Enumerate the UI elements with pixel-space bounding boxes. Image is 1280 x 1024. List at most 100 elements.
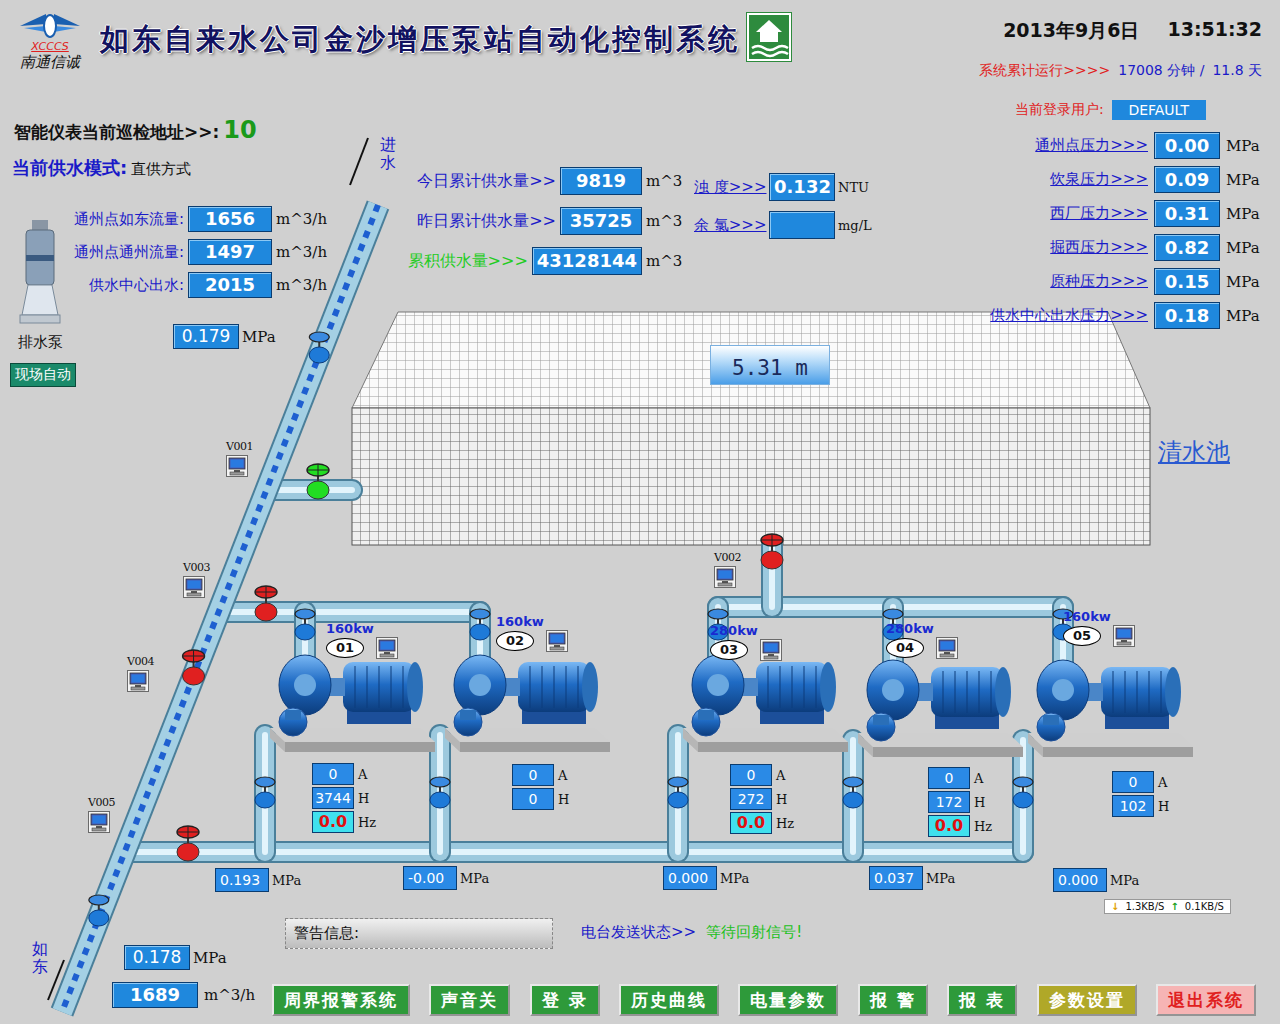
total-label: 昨日累计供水量>>: [417, 211, 556, 232]
valve[interactable]: [1013, 777, 1033, 808]
command-button[interactable]: 报 警: [858, 984, 928, 1016]
drain-pump-mode[interactable]: 现场自动: [10, 363, 76, 387]
total-row: 今日累计供水量>> 9819 m^3: [417, 167, 682, 195]
current-unit: A: [1158, 775, 1167, 790]
valve[interactable]: [89, 895, 109, 926]
pump-unit[interactable]: [683, 655, 848, 752]
flow-row: 通州点通州流量: 1497 m^3/h: [58, 239, 327, 265]
site-pressure-value: 0.09: [1154, 166, 1220, 193]
pump-power: 160kw: [496, 614, 544, 629]
valve[interactable]: [309, 332, 329, 363]
command-button[interactable]: 报 表: [947, 984, 1017, 1016]
outlet-flow-unit: m^3/h: [204, 986, 255, 1004]
drain-pump-icon[interactable]: [18, 220, 62, 325]
drain-pump-label: 排水泵: [18, 333, 63, 352]
flow-label: 供水中心出水:: [58, 276, 184, 295]
pump-unit[interactable]: [858, 660, 1023, 757]
total-row: 昨日累计供水量>> 35725 m^3: [417, 207, 682, 235]
pump-power: 280kw: [710, 623, 758, 638]
pump-head: 102: [1112, 795, 1154, 817]
logo-icon: [20, 12, 80, 40]
discharge-pressure-value: 0.000: [663, 866, 717, 890]
inlet-pressure-unit: MPa: [242, 328, 276, 346]
supply-mode-label: 当前供水模式:: [12, 156, 127, 180]
command-button[interactable]: 参数设置: [1037, 984, 1137, 1016]
command-button[interactable]: 周界报警系统: [272, 984, 410, 1016]
current-unit: A: [974, 771, 983, 786]
numbered-valve[interactable]: [183, 650, 205, 685]
site-pressure-label[interactable]: 通州点压力>>>: [1035, 136, 1148, 155]
outlet-flow-value: 1689: [112, 982, 198, 1008]
site-pressure-unit: MPa: [1226, 239, 1262, 257]
monitor-icon[interactable]: [546, 630, 568, 652]
pump-current: 0: [312, 763, 354, 785]
pump-unit[interactable]: [1028, 660, 1193, 757]
total-label: 累积供水量>>>: [408, 251, 528, 272]
valve[interactable]: [255, 777, 275, 808]
valve-label: V003: [183, 561, 210, 574]
outlet-pressure-value: 0.178: [124, 945, 190, 970]
discharge-pressure-unit: MPa: [720, 871, 749, 886]
site-pressure-value: 0.31: [1154, 200, 1220, 227]
pump-head: 172: [928, 791, 970, 813]
outlet-label: 如东: [32, 940, 48, 975]
total-unit: m^3: [646, 212, 682, 230]
discharge-pressure: 0.000 MPa: [663, 866, 749, 890]
monitor-icon[interactable]: [88, 811, 110, 833]
site-pressure-unit: MPa: [1226, 137, 1262, 155]
monitor-icon[interactable]: [936, 637, 958, 659]
inspection-address: 智能仪表当前巡检地址>>: 10: [14, 116, 257, 144]
quality-label[interactable]: 余 氯>>>: [694, 216, 766, 235]
valve[interactable]: [668, 777, 688, 808]
pump-head: 272: [730, 788, 772, 810]
datetime: 2013年9月6日 13:51:32: [1003, 18, 1262, 44]
site-pressure-value: 0.82: [1154, 234, 1220, 261]
valve[interactable]: [470, 609, 490, 640]
monitor-icon[interactable]: [226, 455, 248, 477]
monitor-icon[interactable]: [714, 566, 736, 588]
site-pressure-label[interactable]: 供水中心出水压力>>>: [990, 306, 1148, 325]
pump-unit[interactable]: [270, 655, 435, 752]
numbered-valve[interactable]: [761, 534, 783, 569]
head-unit: H: [974, 795, 985, 810]
site-pressure-label[interactable]: 掘西压力>>>: [1050, 238, 1148, 257]
pump-readings: 0 A 172 H 0.0 Hz: [928, 767, 992, 837]
command-button[interactable]: 声音关: [429, 984, 510, 1016]
monitor-icon[interactable]: [376, 637, 398, 659]
site-pressure-row: 原种压力>>> 0.15 MPa: [1050, 268, 1262, 295]
valve[interactable]: [843, 777, 863, 808]
monitor-icon[interactable]: [183, 576, 205, 598]
monitor-icon[interactable]: [1113, 625, 1135, 647]
numbered-valve[interactable]: [177, 826, 199, 861]
monitor-icon[interactable]: [127, 670, 149, 692]
numbered-valve[interactable]: [255, 586, 277, 621]
user-value: DEFAULT: [1112, 100, 1206, 120]
pump-readings: 0 A 0 H: [512, 764, 569, 810]
supply-totals: 今日累计供水量>> 9819 m^3 昨日累计供水量>> 35725 m^3 累积供…: [408, 167, 682, 275]
head-unit: H: [558, 792, 569, 807]
discharge-pressure: 0.000 MPa: [1053, 868, 1139, 892]
tank-label[interactable]: 清水池: [1158, 436, 1230, 468]
quality-value: [769, 211, 835, 239]
outlet-pressure-unit: MPa: [193, 949, 227, 967]
flow-label: 通州点如东流量:: [58, 210, 184, 229]
command-button[interactable]: 历史曲线: [619, 984, 719, 1016]
download-icon: ↓: [1111, 901, 1119, 912]
pump-readings: 0 A 3744 H 0.0 Hz: [312, 763, 376, 833]
current-unit: A: [558, 768, 567, 783]
command-button[interactable]: 退出系统: [1156, 984, 1256, 1016]
water-company-logo-icon: [746, 12, 792, 62]
monitor-icon[interactable]: [760, 639, 782, 661]
site-pressure-label[interactable]: 西厂压力>>>: [1050, 204, 1148, 223]
command-button[interactable]: 登 录: [530, 984, 600, 1016]
head-unit: H: [776, 792, 787, 807]
pump-unit[interactable]: [445, 655, 610, 752]
numbered-valve[interactable]: [307, 464, 329, 499]
quality-label[interactable]: 浊 度>>>: [694, 178, 766, 197]
site-pressure-label[interactable]: 饮泉压力>>>: [1050, 170, 1148, 189]
site-pressure-label[interactable]: 原种压力>>>: [1050, 272, 1148, 291]
valve[interactable]: [295, 609, 315, 640]
login-user: 当前登录用户: DEFAULT: [1015, 100, 1206, 120]
command-button[interactable]: 电量参数: [738, 984, 838, 1016]
valve[interactable]: [430, 777, 450, 808]
